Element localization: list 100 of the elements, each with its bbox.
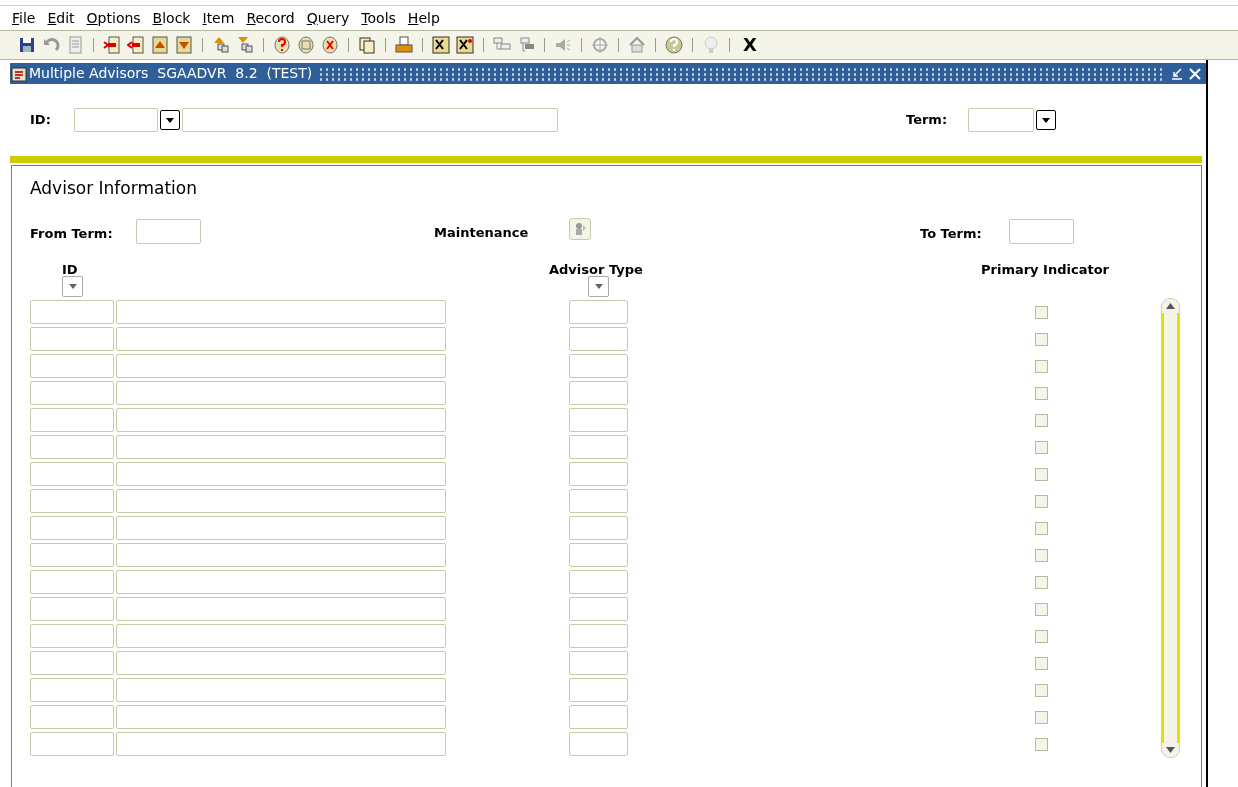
advisor-name-field[interactable] [116, 705, 446, 729]
advisor-id-field[interactable] [30, 570, 114, 594]
excel-export-icon[interactable] [456, 36, 474, 54]
advisor-name-field[interactable] [116, 435, 446, 459]
advisor-name-field[interactable] [116, 624, 446, 648]
insert-record-icon[interactable] [103, 36, 121, 54]
advisor-name-field[interactable] [116, 543, 446, 567]
menu-item[interactable]: Options [84, 7, 143, 29]
advisor-name-field[interactable] [116, 300, 446, 324]
id-field[interactable] [74, 108, 158, 132]
speaker-icon[interactable] [554, 36, 572, 54]
advisor-id-field[interactable] [30, 624, 114, 648]
advisor-id-field[interactable] [30, 381, 114, 405]
checkbox[interactable] [1035, 413, 1048, 427]
advisor-type-field[interactable] [569, 300, 628, 324]
menu-item[interactable]: Edit [45, 7, 77, 29]
advisor-name-field[interactable] [116, 354, 446, 378]
menu-item[interactable]: Query [304, 7, 352, 29]
advisor-type-field[interactable] [569, 597, 628, 621]
advisor-type-field[interactable] [569, 354, 628, 378]
advisor-id-field[interactable] [30, 597, 114, 621]
previous-record-icon[interactable] [151, 36, 169, 54]
menu-item[interactable]: Record [244, 7, 297, 29]
advisor-id-field[interactable] [30, 516, 114, 540]
menu-item[interactable]: Help [405, 7, 442, 29]
advisor-name-field[interactable] [116, 408, 446, 432]
checkbox[interactable] [1035, 737, 1048, 751]
checkbox[interactable] [1035, 548, 1048, 562]
next-block-icon[interactable] [236, 36, 254, 54]
previous-block-icon[interactable] [212, 36, 230, 54]
checkbox[interactable] [1035, 386, 1048, 400]
advisor-type-field[interactable] [569, 678, 628, 702]
advisor-name-field[interactable] [116, 327, 446, 351]
checkbox[interactable] [1035, 629, 1048, 643]
advisor-name-field[interactable] [116, 651, 446, 675]
excel-export-icon[interactable] [432, 36, 450, 54]
advisor-type-field[interactable] [569, 489, 628, 513]
advisor-type-field[interactable] [569, 462, 628, 486]
document-icon[interactable] [66, 36, 84, 54]
undo-icon[interactable] [42, 36, 60, 54]
house-icon[interactable] [628, 36, 646, 54]
advisor-id-field[interactable] [30, 705, 114, 729]
checkbox[interactable] [1035, 494, 1048, 508]
advisor-id-field[interactable] [30, 543, 114, 567]
advisor-type-field[interactable] [569, 732, 628, 756]
advisor-id-field[interactable] [30, 354, 114, 378]
menu-item[interactable]: Block [150, 7, 193, 29]
advisor-id-field[interactable] [30, 651, 114, 675]
checkbox[interactable] [1035, 440, 1048, 454]
advisor-name-field[interactable] [116, 597, 446, 621]
advisor-name-field[interactable] [116, 489, 446, 513]
advisor-type-field[interactable] [569, 327, 628, 351]
dropdown-button[interactable] [1036, 110, 1056, 130]
checkbox[interactable] [1035, 359, 1048, 373]
execute-query-icon[interactable] [297, 36, 315, 54]
advisor-type-field[interactable] [569, 516, 628, 540]
checkbox[interactable] [1035, 683, 1048, 697]
advisor-type-field[interactable] [569, 651, 628, 675]
checkbox[interactable] [1035, 656, 1048, 670]
advisor-type-field[interactable] [569, 705, 628, 729]
advisor-type-field[interactable] [569, 543, 628, 567]
advisor-type-field[interactable] [569, 435, 628, 459]
checkbox[interactable] [1035, 710, 1048, 724]
advisor-id-field[interactable] [30, 327, 114, 351]
from-term-field[interactable] [136, 219, 201, 244]
checkbox[interactable] [1035, 332, 1048, 346]
advisor-id-field[interactable] [30, 732, 114, 756]
checkbox[interactable] [1035, 602, 1048, 616]
advisor-name-field[interactable] [116, 570, 446, 594]
to-term-field[interactable] [1009, 219, 1074, 244]
maintenance-button[interactable] [569, 218, 591, 240]
advisor-id-field[interactable] [30, 462, 114, 486]
crosshair-icon[interactable] [591, 36, 609, 54]
pages-icon[interactable] [358, 36, 376, 54]
next-record-icon[interactable] [175, 36, 193, 54]
help-icon[interactable] [665, 36, 683, 54]
scroll-down-icon[interactable] [1166, 747, 1175, 753]
checkbox[interactable] [1035, 575, 1048, 589]
menu-item[interactable]: Item [200, 7, 237, 29]
advisor-name-field[interactable] [116, 678, 446, 702]
close-icon[interactable] [1188, 66, 1202, 81]
dropdown-button[interactable] [160, 110, 180, 130]
printer-icon[interactable] [395, 36, 413, 54]
lightbulb-icon[interactable] [702, 36, 720, 54]
name-field[interactable] [182, 108, 558, 132]
advisor-id-field[interactable] [30, 489, 114, 513]
advisor-type-field[interactable] [569, 381, 628, 405]
tree-icon[interactable] [517, 36, 535, 54]
menu-item[interactable]: File [10, 7, 38, 29]
checkbox[interactable] [1035, 467, 1048, 481]
scroll-up-icon[interactable] [1166, 303, 1175, 309]
remove-record-icon[interactable] [127, 36, 145, 54]
advisor-type-field[interactable] [569, 570, 628, 594]
advisor-type-field[interactable] [569, 624, 628, 648]
advisor-name-field[interactable] [116, 732, 446, 756]
advisor-id-field[interactable] [30, 435, 114, 459]
save-icon[interactable] [18, 36, 36, 54]
checkbox[interactable] [1035, 521, 1048, 535]
term-field[interactable] [968, 108, 1034, 132]
minimize-icon[interactable] [1170, 66, 1184, 81]
